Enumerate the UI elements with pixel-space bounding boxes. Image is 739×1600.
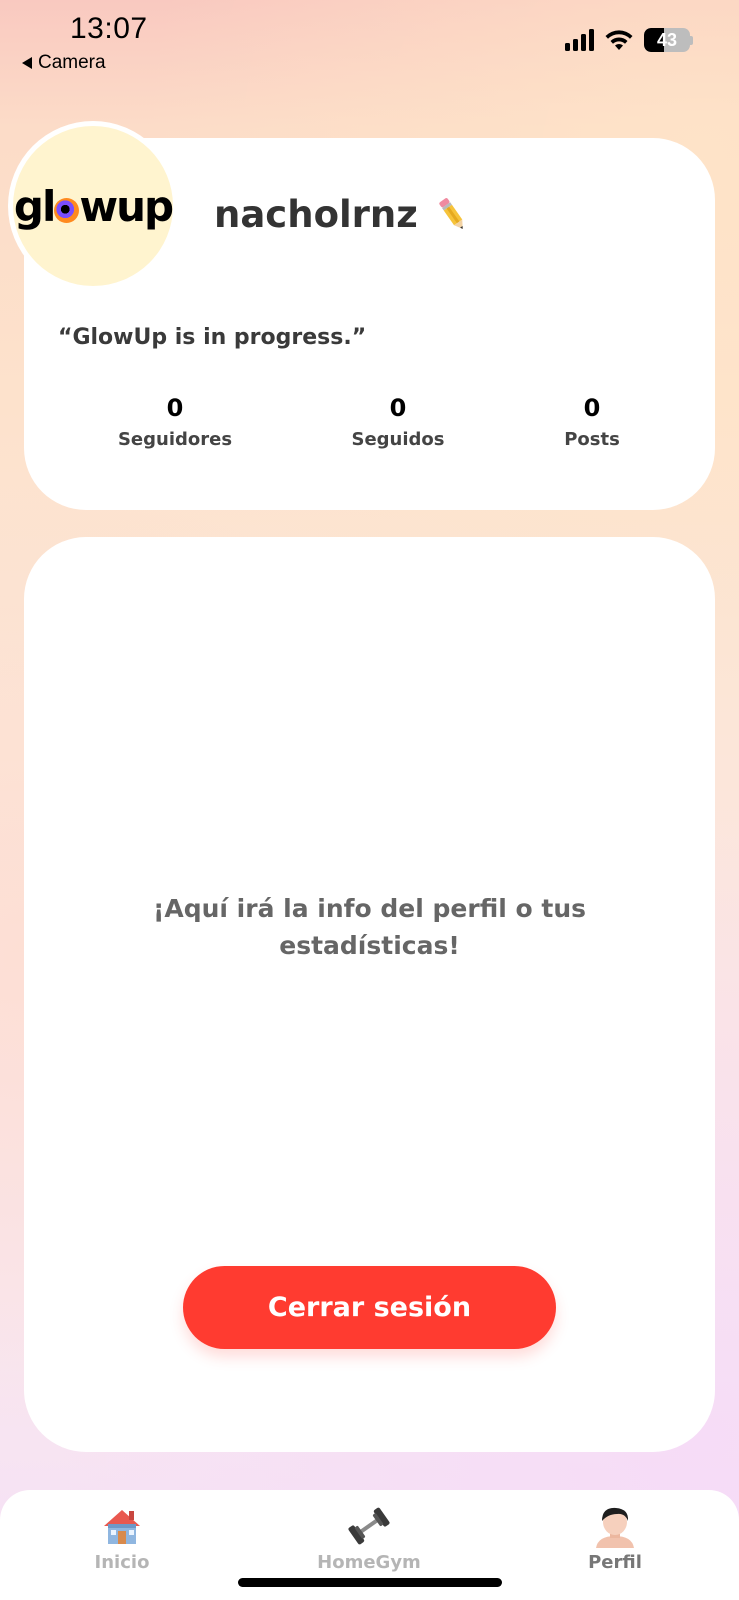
wifi-icon — [605, 30, 633, 50]
username-row: nacholrnz — [214, 193, 470, 236]
stat-label: Seguidores — [117, 429, 233, 450]
stat-value: 0 — [166, 394, 184, 422]
back-arrow-icon — [22, 57, 32, 69]
profile-bio: “GlowUp is in progress.” — [58, 325, 367, 350]
battery-cap — [690, 35, 693, 45]
tab-label: Inicio — [94, 1552, 150, 1573]
back-label: Camera — [38, 52, 106, 73]
tab-inicio[interactable]: Inicio — [42, 1504, 202, 1584]
username: nacholrnz — [214, 193, 418, 236]
home-indicator — [238, 1578, 502, 1587]
tab-perfil[interactable]: Perfil — [535, 1504, 695, 1584]
house-icon — [104, 1510, 140, 1544]
glowup-logo: gl wup — [13, 181, 174, 231]
status-time: 13:07 — [70, 12, 148, 45]
stat-posts[interactable]: 0 Posts — [507, 393, 677, 450]
tab-homegym[interactable]: HomeGym — [289, 1504, 449, 1584]
stat-value: 0 — [389, 394, 407, 422]
tab-label: HomeGym — [317, 1552, 421, 1573]
stat-seguidores[interactable]: 0 Seguidores — [90, 393, 260, 450]
dumbbell-icon — [348, 1507, 390, 1545]
logout-button[interactable]: Cerrar sesión — [183, 1266, 556, 1349]
stat-value: 0 — [583, 394, 601, 422]
stat-seguidos[interactable]: 0 Seguidos — [313, 393, 483, 450]
battery-percentage: 43 — [656, 29, 678, 50]
stat-label: Posts — [564, 429, 620, 450]
stat-label: Seguidos — [351, 429, 445, 450]
tab-label: Perfil — [588, 1552, 642, 1573]
placeholder-line: ¡Aquí irá la info del perfil o tus — [152, 894, 587, 923]
status-icons: 43 — [565, 28, 693, 52]
logo-o-glyph — [54, 197, 80, 223]
profile-info-placeholder: ¡Aquí irá la info del perfil o tus estad… — [0, 890, 739, 964]
avatar[interactable]: gl wup — [8, 121, 178, 291]
cellular-signal-icon — [565, 29, 594, 51]
battery-body: 43 — [644, 28, 690, 52]
battery-icon: 43 — [644, 28, 693, 52]
back-to-camera-link[interactable]: Camera — [22, 52, 106, 74]
placeholder-line: estadísticas! — [279, 931, 460, 960]
person-icon — [596, 1507, 634, 1548]
pencil-icon[interactable] — [436, 195, 470, 235]
avatar-logo: gl wup — [13, 126, 174, 286]
